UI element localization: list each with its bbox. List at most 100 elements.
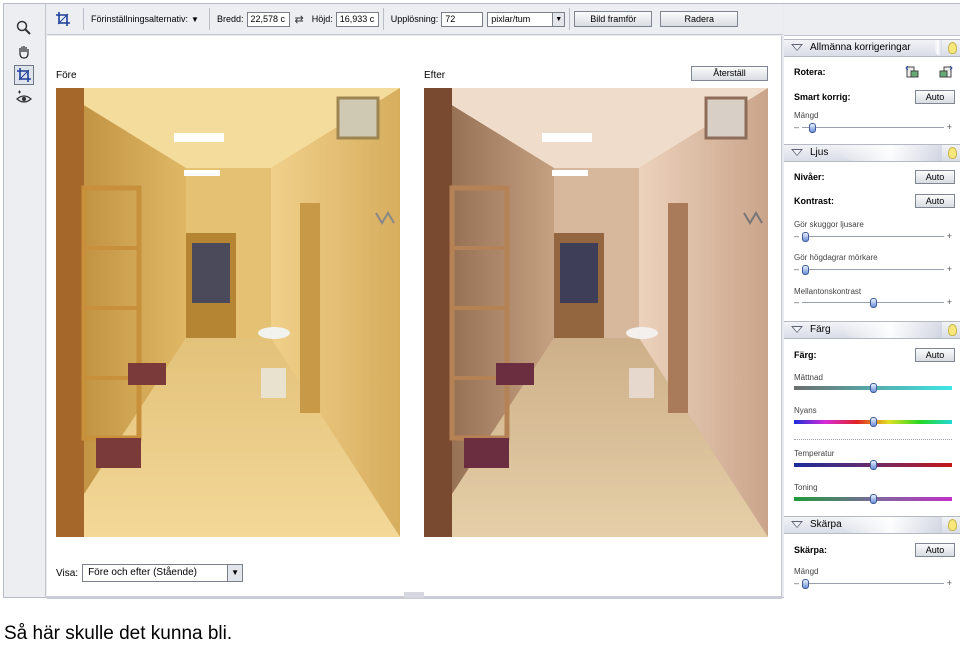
rotate-left-icon[interactable] bbox=[905, 65, 919, 79]
panel-grip[interactable] bbox=[404, 592, 424, 598]
highlights-label: Gör högdagrar mörkare bbox=[794, 253, 878, 262]
sharpness-header[interactable]: Skärpa bbox=[784, 516, 960, 534]
levels-auto-button[interactable]: Auto bbox=[915, 170, 955, 184]
sharpness-auto-button[interactable]: Auto bbox=[915, 543, 955, 557]
levels-label: Nivåer: bbox=[794, 172, 825, 182]
lightbulb-icon[interactable] bbox=[948, 147, 957, 159]
sharpness-title: Skärpa bbox=[810, 519, 842, 530]
contrast-auto-button[interactable]: Auto bbox=[915, 194, 955, 208]
header-swoosh bbox=[839, 322, 942, 338]
before-photo bbox=[56, 88, 400, 537]
sharpness-amount-slider[interactable]: – + bbox=[794, 578, 952, 589]
contrast-label: Kontrast: bbox=[794, 196, 834, 206]
hand-tool-icon[interactable] bbox=[14, 42, 34, 62]
general-corrections-header[interactable]: Allmänna korrigeringar bbox=[784, 39, 960, 57]
separator bbox=[382, 8, 384, 30]
general-corrections-title: Allmänna korrigeringar bbox=[810, 42, 911, 53]
slider-knob[interactable] bbox=[802, 265, 809, 275]
midtone-label: Mellantonskontrast bbox=[794, 287, 862, 296]
saturation-slider[interactable] bbox=[794, 383, 952, 393]
slider-knob[interactable] bbox=[808, 123, 816, 133]
lightbulb-icon[interactable] bbox=[948, 519, 957, 531]
width-label: Bredd: bbox=[216, 14, 244, 24]
after-photo bbox=[424, 88, 768, 537]
resolution-field[interactable]: 72 bbox=[441, 11, 484, 27]
tint-slider[interactable] bbox=[794, 494, 952, 504]
unit-select[interactable]: pixlar/tum ▼ bbox=[487, 11, 566, 27]
crop-options-icon bbox=[47, 11, 79, 27]
hue-slider[interactable] bbox=[794, 417, 952, 427]
document-caption: Så här skulle det kunna bli. bbox=[4, 623, 233, 644]
preset-label: Förinställningsalternativ: bbox=[91, 14, 189, 24]
header-swoosh bbox=[839, 517, 942, 533]
divider bbox=[794, 439, 952, 440]
collapse-triangle-icon bbox=[791, 326, 803, 333]
chevron-down-icon: ▼ bbox=[552, 12, 565, 26]
rotate-label: Rotera: bbox=[794, 67, 826, 77]
delete-button[interactable]: Radera bbox=[660, 11, 739, 27]
slider-knob[interactable] bbox=[869, 460, 877, 470]
separator bbox=[208, 8, 210, 30]
temperature-slider[interactable] bbox=[794, 460, 952, 470]
view-select[interactable]: Före och efter (Stående) ▼ bbox=[82, 564, 244, 582]
height-field[interactable]: 16,933 c bbox=[335, 11, 379, 27]
preset-dropdown-icon[interactable]: ▼ bbox=[191, 15, 199, 24]
lightbulb-icon[interactable] bbox=[948, 324, 957, 336]
view-selector: Visa: Före och efter (Stående) ▼ bbox=[56, 564, 244, 582]
sharpness-label: Skärpa: bbox=[794, 545, 828, 555]
slider-knob[interactable] bbox=[869, 298, 877, 308]
separator bbox=[569, 8, 571, 30]
saturation-label: Mättnad bbox=[794, 373, 823, 382]
temperature-label: Temperatur bbox=[794, 449, 835, 458]
view-select-value: Före och efter (Stående) bbox=[88, 567, 198, 578]
color-header[interactable]: Färg bbox=[784, 321, 960, 339]
midtone-slider[interactable]: – + bbox=[794, 297, 952, 308]
color-label: Färg: bbox=[794, 350, 817, 360]
red-eye-tool-icon[interactable] bbox=[14, 88, 34, 108]
color-title: Färg bbox=[810, 324, 831, 335]
highlights-slider[interactable]: – + bbox=[794, 264, 952, 275]
collapse-triangle-icon bbox=[791, 44, 803, 51]
header-swoosh bbox=[839, 145, 942, 161]
front-image-button[interactable]: Bild framför bbox=[574, 11, 653, 27]
slider-knob[interactable] bbox=[869, 383, 877, 393]
quick-fix-window: Förinställningsalternativ: ▼ Bredd: 22,5… bbox=[3, 3, 960, 599]
shadows-label: Gör skuggor ljusare bbox=[794, 220, 864, 229]
slider-knob[interactable] bbox=[869, 417, 877, 427]
color-auto-button[interactable]: Auto bbox=[915, 348, 955, 362]
rotate-right-icon[interactable] bbox=[939, 65, 953, 79]
reset-button[interactable]: Återställ bbox=[691, 66, 768, 81]
after-label: Efter bbox=[424, 70, 446, 81]
slider-knob[interactable] bbox=[802, 579, 809, 589]
preview-area: Före Efter Återställ Visa: Före och efte… bbox=[47, 36, 782, 599]
smart-fix-amount-label: Mängd bbox=[794, 111, 819, 120]
chevron-down-icon: ▼ bbox=[227, 565, 243, 581]
unit-select-value: pixlar/tum bbox=[491, 13, 531, 24]
smart-fix-amount-slider[interactable]: – + bbox=[794, 122, 952, 133]
lightbulb-icon[interactable] bbox=[948, 42, 957, 54]
slider-knob[interactable] bbox=[802, 232, 809, 242]
collapse-triangle-icon bbox=[791, 521, 803, 528]
header-swoosh bbox=[934, 40, 942, 56]
resolution-label: Upplösning: bbox=[390, 14, 439, 24]
light-title: Ljus bbox=[810, 147, 829, 158]
swap-dimensions-icon[interactable]: ⇄ bbox=[295, 13, 304, 26]
slider-knob[interactable] bbox=[869, 494, 877, 504]
height-label: Höjd: bbox=[311, 14, 333, 24]
hue-label: Nyans bbox=[794, 406, 817, 415]
shadows-slider[interactable]: – + bbox=[794, 231, 952, 242]
toolbox bbox=[4, 4, 46, 597]
rotate-row: Rotera: bbox=[794, 67, 954, 77]
view-label: Visa: bbox=[56, 567, 79, 579]
sharpness-amount-label: Mängd bbox=[794, 567, 819, 576]
panel-top-bar bbox=[784, 4, 960, 36]
options-bar: Förinställningsalternativ: ▼ Bredd: 22,5… bbox=[47, 4, 783, 35]
smart-fix-auto-button[interactable]: Auto bbox=[915, 90, 955, 104]
light-header[interactable]: Ljus bbox=[784, 144, 960, 162]
collapse-triangle-icon bbox=[791, 149, 803, 156]
width-field[interactable]: 22,578 c bbox=[246, 11, 290, 27]
smart-fix-label: Smart korrig: bbox=[794, 92, 851, 102]
zoom-tool-icon[interactable] bbox=[14, 18, 34, 38]
separator bbox=[83, 8, 84, 30]
crop-tool-icon[interactable] bbox=[14, 65, 34, 85]
